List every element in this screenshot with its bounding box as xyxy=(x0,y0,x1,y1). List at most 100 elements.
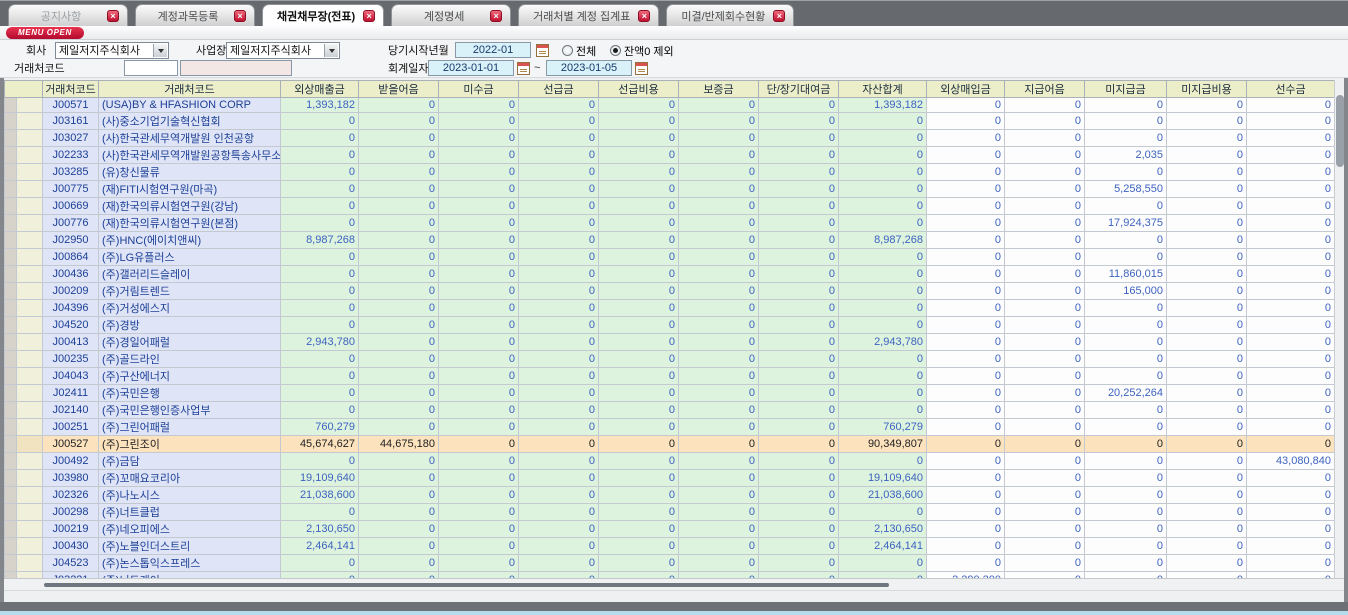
table-row[interactable]: J02233(사)한국관세무역개발원공항특송사무소00000000002,035… xyxy=(5,146,1335,163)
calendar-icon[interactable] xyxy=(635,62,648,75)
table-row[interactable]: J00775(재)FITI시험연구원(마곡)00000000005,258,55… xyxy=(5,180,1335,197)
row-selector[interactable] xyxy=(5,520,17,537)
table-row[interactable]: J03161(사)중소기업기술혁신협회0000000000000 xyxy=(5,112,1335,129)
col-header[interactable]: 선수금 xyxy=(1247,81,1335,98)
col-header[interactable]: 외상매입금 xyxy=(927,81,1005,98)
table-row[interactable]: J00436(주)갤러리드슬레이000000000011,860,01500 xyxy=(5,265,1335,282)
row-selector[interactable] xyxy=(5,469,17,486)
col-header[interactable]: 미지급비용 xyxy=(1167,81,1247,98)
close-icon[interactable]: × xyxy=(107,10,119,22)
row-selector[interactable] xyxy=(5,214,17,231)
chevron-down-icon[interactable] xyxy=(153,44,167,57)
chevron-down-icon[interactable] xyxy=(324,44,338,57)
menu-open-button[interactable]: MENU OPEN xyxy=(6,27,84,39)
table-row[interactable]: J03221(주)니트케이000000002,290,2000000 xyxy=(5,571,1335,578)
col-header[interactable]: 선급금 xyxy=(519,81,599,98)
row-selector[interactable] xyxy=(5,384,17,401)
row-selector[interactable] xyxy=(5,554,17,571)
col-header[interactable]: 단/장기대여금 xyxy=(759,81,839,98)
row-selector[interactable] xyxy=(5,333,17,350)
row-selector[interactable] xyxy=(5,537,17,554)
tab-2[interactable]: 계정과목등록× xyxy=(135,4,255,26)
date-to-input[interactable]: 2023-01-05 xyxy=(546,60,632,76)
row-selector[interactable] xyxy=(5,163,17,180)
table-row[interactable]: J04396(주)거성에스지0000000000000 xyxy=(5,299,1335,316)
table-row[interactable]: J00776(재)한국의류시험연구원(본점)000000000017,924,3… xyxy=(5,214,1335,231)
row-selector[interactable] xyxy=(5,265,17,282)
row-selector[interactable] xyxy=(5,401,17,418)
table-row[interactable]: J00298(주)너트클럽0000000000000 xyxy=(5,503,1335,520)
horizontal-scrollbar[interactable] xyxy=(4,578,1344,591)
table-row[interactable]: J04520(주)경방0000000000000 xyxy=(5,316,1335,333)
col-header[interactable]: 미지급금 xyxy=(1085,81,1167,98)
table-row[interactable]: J00413(주)경일어패럴2,943,7800000002,943,78000… xyxy=(5,333,1335,350)
table-row[interactable]: J03285(유)창신물류0000000000000 xyxy=(5,163,1335,180)
tab-6[interactable]: 미결/반제회수현황× xyxy=(666,4,794,26)
radio-exclude-zero[interactable]: 잔액0 제외 xyxy=(610,42,674,59)
table-row[interactable]: J02140(주)국민은행인증사업부0000000000000 xyxy=(5,401,1335,418)
col-header[interactable]: 받을어음 xyxy=(359,81,439,98)
vertical-scrollbar-thumb[interactable] xyxy=(1336,95,1344,167)
col-header[interactable]: 보증금 xyxy=(679,81,759,98)
row-selector[interactable] xyxy=(5,299,17,316)
row-selector[interactable] xyxy=(5,180,17,197)
calendar-icon[interactable] xyxy=(536,44,549,57)
table-row[interactable]: J02411(주)국민은행000000000020,252,26400 xyxy=(5,384,1335,401)
table-row[interactable]: J04043(주)구산에너지0000000000000 xyxy=(5,367,1335,384)
vendor-name-input[interactable] xyxy=(180,60,292,76)
close-icon[interactable]: × xyxy=(490,10,502,22)
table-row[interactable]: J04523(주)논스톱익스프레스0000000000000 xyxy=(5,554,1335,571)
col-header[interactable]: 선급비용 xyxy=(599,81,679,98)
row-selector[interactable] xyxy=(5,486,17,503)
table-row[interactable]: J00571(USA)BY & HFASHION CORP1,393,18200… xyxy=(5,98,1335,113)
col-header[interactable]: 외상매출금 xyxy=(281,81,359,98)
row-selector[interactable] xyxy=(5,435,17,452)
row-selector[interactable] xyxy=(5,282,17,299)
table-row[interactable]: J00430(주)노블인더스트리2,464,1410000002,464,141… xyxy=(5,537,1335,554)
site-select[interactable]: 제일저지주식회사 xyxy=(226,42,340,59)
row-selector[interactable] xyxy=(5,146,17,163)
table-row[interactable]: J00527(주)그린조이45,674,62744,675,1800000090… xyxy=(5,435,1335,452)
tab-4[interactable]: 계정명세× xyxy=(391,4,511,26)
row-selector[interactable] xyxy=(5,316,17,333)
vertical-scrollbar[interactable] xyxy=(1334,80,1344,578)
date-from-input[interactable]: 2023-01-01 xyxy=(428,60,514,76)
table-row[interactable]: J00669(재)한국의류시험연구원(강남)0000000000000 xyxy=(5,197,1335,214)
row-selector[interactable] xyxy=(5,231,17,248)
close-icon[interactable]: × xyxy=(638,10,650,22)
table-row[interactable]: J03027(사)한국관세무역개발원 인천공항0000000000000 xyxy=(5,129,1335,146)
radio-all[interactable]: 전체 xyxy=(562,42,596,59)
table-row[interactable]: J00864(주)LG유플러스0000000000000 xyxy=(5,248,1335,265)
row-selector[interactable] xyxy=(5,367,17,384)
tab-3[interactable]: 채권채무장(전표)× xyxy=(262,4,384,26)
table-row[interactable]: J00219(주)네오피에스2,130,6500000002,130,65000… xyxy=(5,520,1335,537)
table-row[interactable]: J02326(주)나노시스21,038,60000000021,038,6000… xyxy=(5,486,1335,503)
col-header[interactable]: 미수금 xyxy=(439,81,519,98)
table-row[interactable]: J00492(주)금담00000000000043,080,840 xyxy=(5,452,1335,469)
table-row[interactable]: J00209(주)거림트렌드0000000000165,00000 xyxy=(5,282,1335,299)
horizontal-scrollbar-thumb[interactable] xyxy=(44,583,889,587)
col-header[interactable]: 자산합계 xyxy=(839,81,927,98)
tab-5[interactable]: 거래처별 계정 집계표× xyxy=(518,4,659,26)
close-icon[interactable]: × xyxy=(234,10,246,22)
row-selector[interactable] xyxy=(5,452,17,469)
col-header[interactable]: 지급어음 xyxy=(1005,81,1085,98)
calendar-icon[interactable] xyxy=(517,62,530,75)
row-selector[interactable] xyxy=(5,503,17,520)
table-row[interactable]: J03980(주)꼬매요코리아19,109,64000000019,109,64… xyxy=(5,469,1335,486)
table-row[interactable]: J00251(주)그린어패럴760,279000000760,27900000 xyxy=(5,418,1335,435)
table-row[interactable]: J02950(주)HNC(에이치앤씨)8,987,2680000008,987,… xyxy=(5,231,1335,248)
vendor-code-input[interactable] xyxy=(124,60,178,76)
row-selector[interactable] xyxy=(5,129,17,146)
row-selector[interactable] xyxy=(5,350,17,367)
table-row[interactable]: J00235(주)골드라인0000000000000 xyxy=(5,350,1335,367)
tab-1[interactable]: 공지사항× xyxy=(8,4,128,26)
company-select[interactable]: 제일저지주식회사 xyxy=(55,42,169,59)
col-header[interactable]: 거래처코드 xyxy=(43,81,99,98)
close-icon[interactable]: × xyxy=(773,10,785,22)
row-selector[interactable] xyxy=(5,98,17,113)
row-selector[interactable] xyxy=(5,571,17,578)
row-selector[interactable] xyxy=(5,418,17,435)
row-selector[interactable] xyxy=(5,112,17,129)
period-input[interactable]: 2022-01 xyxy=(455,42,531,58)
